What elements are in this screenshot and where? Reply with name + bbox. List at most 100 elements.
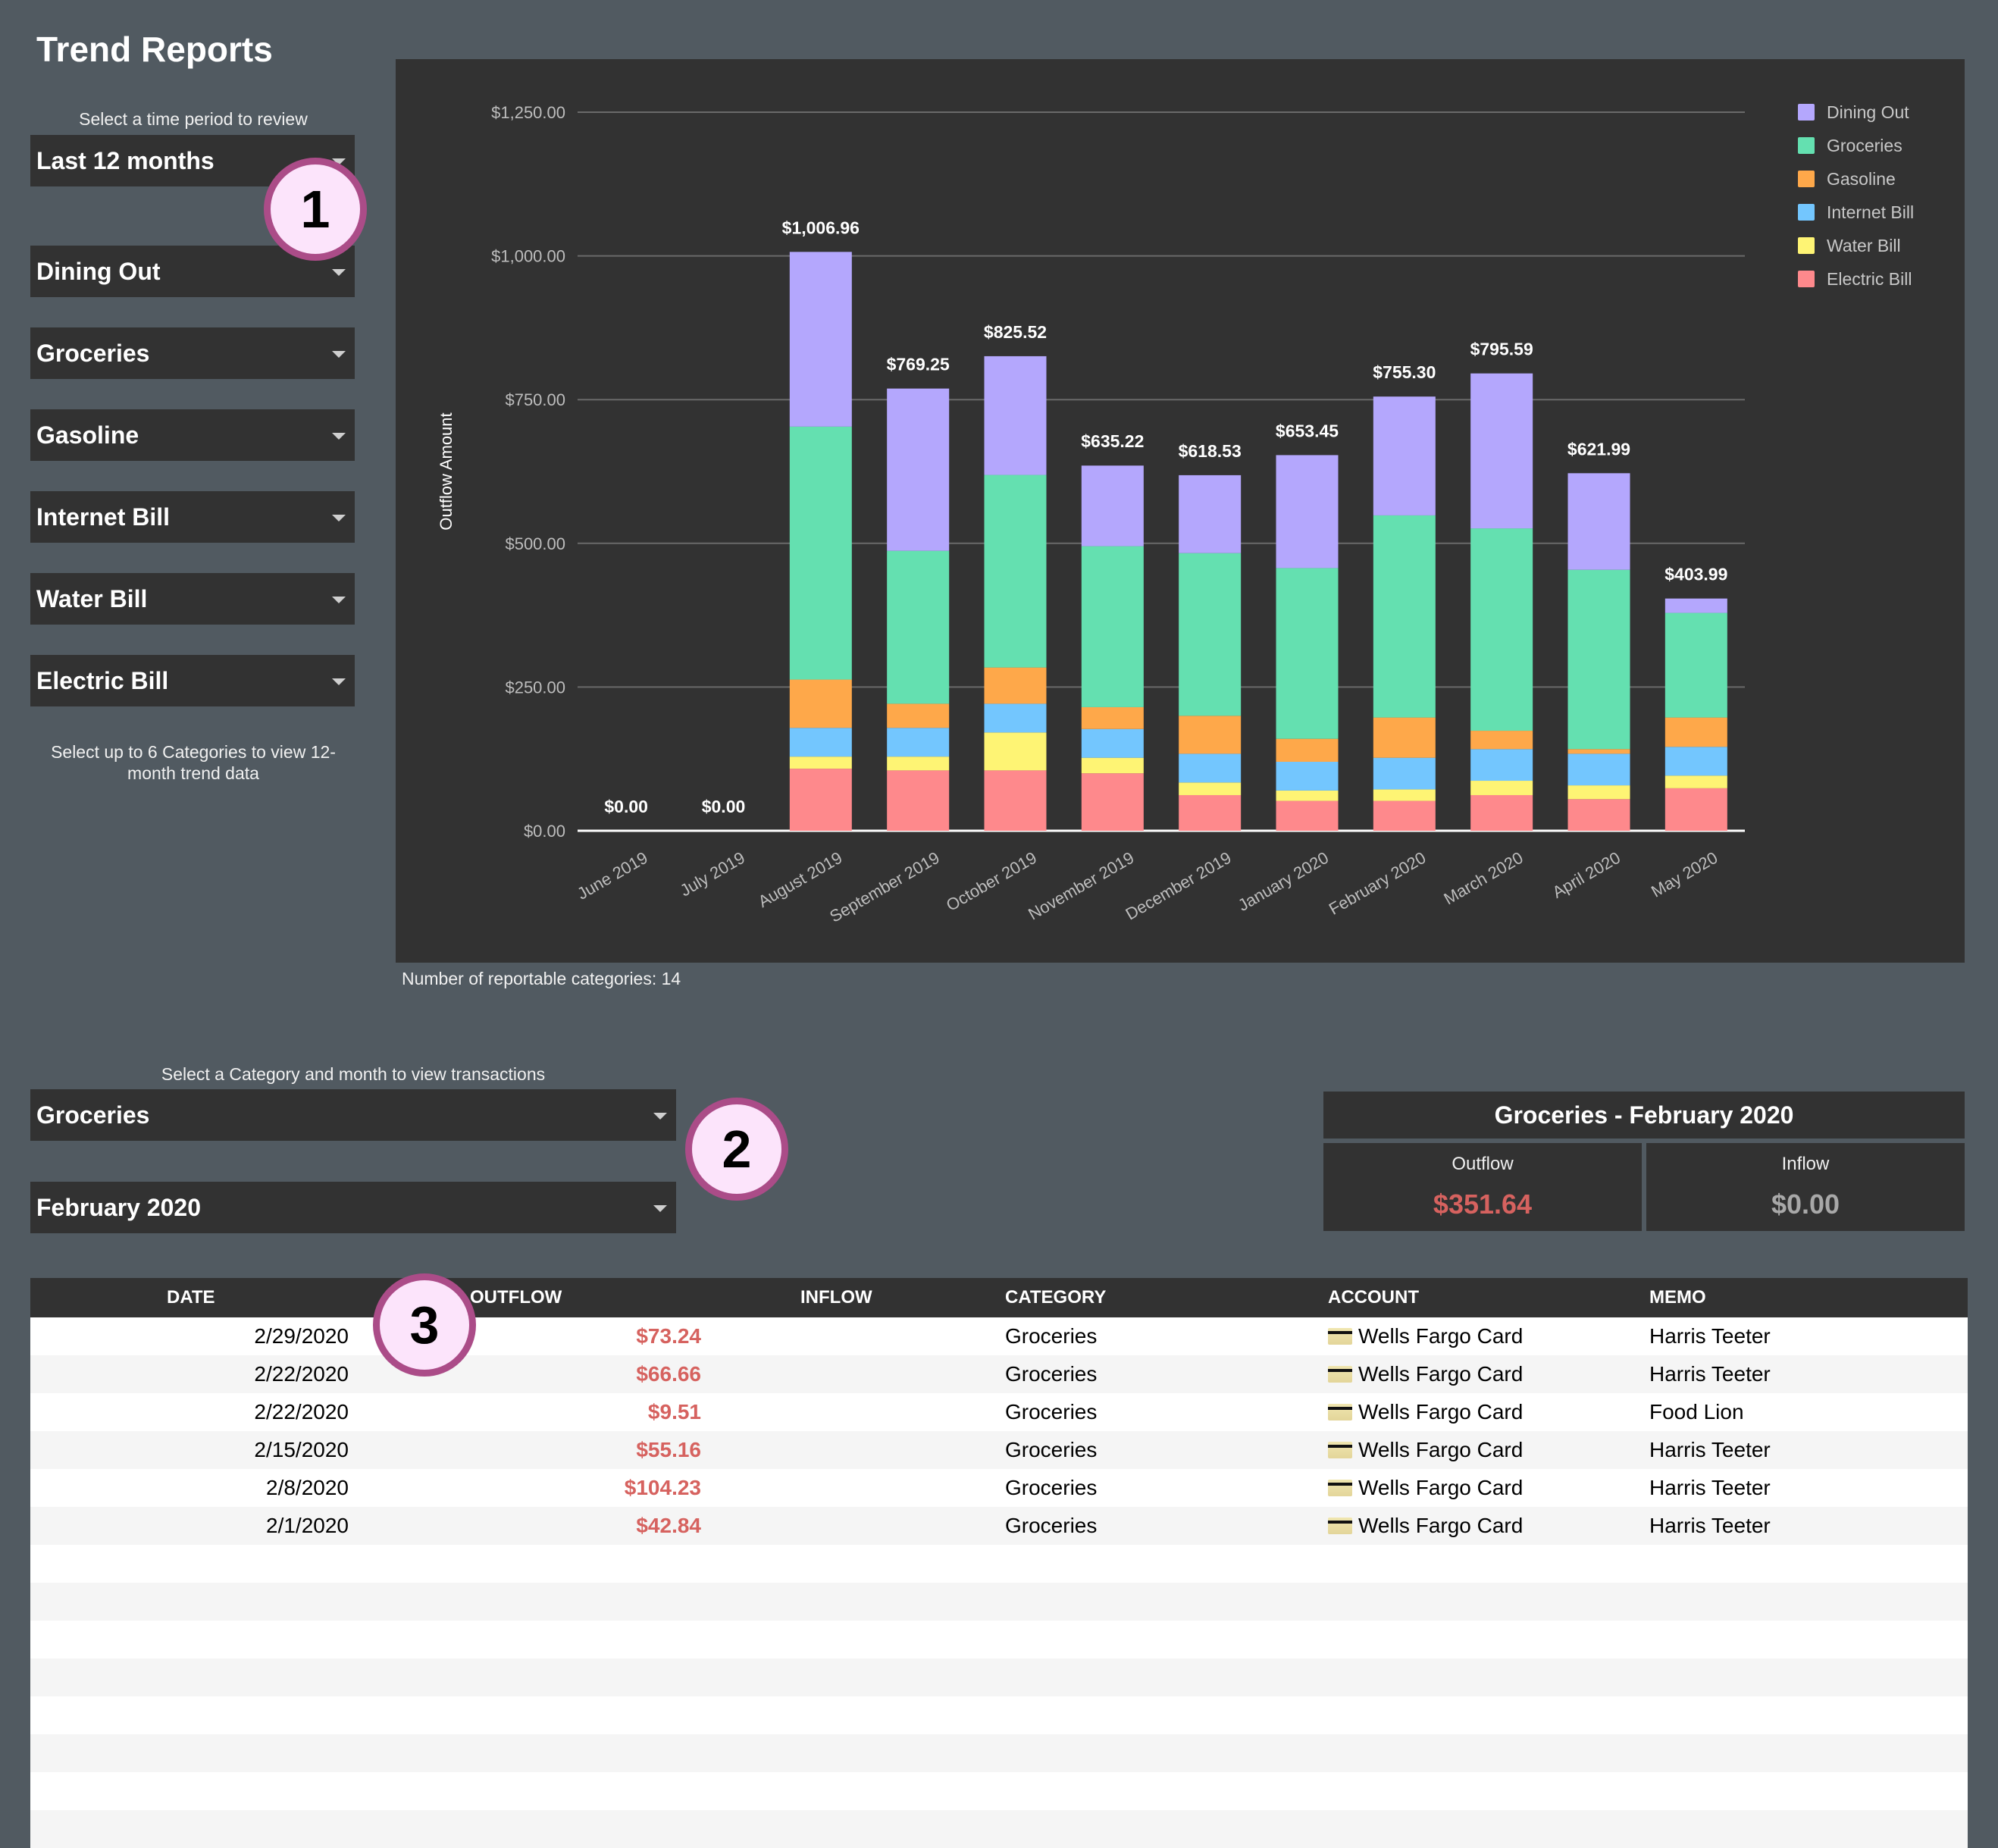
cell-category: Groceries — [1005, 1476, 1098, 1499]
inflow-value: $0.00 — [1771, 1189, 1840, 1220]
bar-segment-gasoline — [984, 667, 1047, 704]
column-header-outflow[interactable]: OUTFLOW — [470, 1287, 562, 1308]
bar-segment-water-bill — [1081, 757, 1144, 774]
account-name: Wells Fargo Card — [1358, 1438, 1524, 1461]
bar-segment-internet-bill — [789, 728, 852, 757]
cell-memo: Harris Teeter — [1649, 1362, 1771, 1386]
period-hint: Select a time period to review — [79, 109, 308, 129]
y-tick-label: $500.00 — [505, 534, 565, 553]
total-data-label: $825.52 — [984, 322, 1047, 342]
transaction-category-value: Groceries — [36, 1101, 150, 1129]
bar-segment-groceries — [1567, 569, 1630, 750]
outflow-summary: Outflow $351.64 — [1323, 1143, 1642, 1231]
transaction-month-dropdown[interactable]: February 2020 — [30, 1182, 676, 1233]
cell-outflow: $104.23 — [624, 1476, 701, 1499]
x-tick-label: November 2019 — [1025, 848, 1137, 924]
cell-account: Wells Fargo Card — [1328, 1476, 1523, 1500]
cell-category: Groceries — [1005, 1514, 1098, 1537]
annotation-badge-1: 1 — [264, 158, 367, 261]
bar-segment-electric-bill — [1567, 799, 1630, 831]
account-name: Wells Fargo Card — [1358, 1362, 1524, 1386]
bar-segment-electric-bill — [1664, 788, 1727, 831]
column-header-account[interactable]: ACCOUNT — [1328, 1287, 1419, 1308]
bar-segment-internet-bill — [1373, 757, 1436, 790]
chevron-down-icon — [332, 515, 346, 522]
cell-memo: Harris Teeter — [1649, 1438, 1771, 1461]
cell-category: Groceries — [1005, 1324, 1098, 1348]
total-data-label: $635.22 — [1081, 431, 1144, 451]
transactions-table: DATE OUTFLOW INFLOW CATEGORY ACCOUNT MEM… — [30, 1278, 1968, 1848]
cell-category: Groceries — [1005, 1362, 1098, 1386]
table-row[interactable]: 2/1/2020 $42.84 Groceries Wells Fargo Ca… — [30, 1507, 1968, 1545]
table-row[interactable]: 2/22/2020 $66.66 Groceries Wells Fargo C… — [30, 1355, 1968, 1393]
legend-swatch — [1798, 104, 1815, 121]
x-tick-label: December 2019 — [1123, 848, 1235, 924]
bar-segment-dining-out — [1373, 396, 1436, 515]
legend-label: Gasoline — [1827, 169, 1896, 189]
column-header-memo[interactable]: MEMO — [1649, 1287, 1706, 1308]
total-data-label: $769.25 — [887, 355, 950, 374]
account-name: Wells Fargo Card — [1358, 1476, 1524, 1499]
annotation-badge-2: 2 — [685, 1098, 788, 1201]
y-tick-label: $750.00 — [505, 390, 565, 409]
empty-table-row — [30, 1696, 1968, 1734]
cell-date: 2/22/2020 — [254, 1362, 349, 1386]
total-data-label: $621.99 — [1567, 439, 1630, 459]
total-data-label: $0.00 — [702, 797, 746, 816]
category-dropdown-5[interactable]: Water Bill — [30, 573, 355, 625]
y-tick-label: $250.00 — [505, 678, 565, 697]
bar-segment-water-bill — [1179, 782, 1242, 795]
account-name: Wells Fargo Card — [1358, 1324, 1524, 1348]
category-dropdown-value: Groceries — [36, 339, 150, 367]
legend-swatch — [1798, 271, 1815, 287]
outflow-value: $351.64 — [1433, 1189, 1533, 1220]
column-header-category[interactable]: CATEGORY — [1005, 1287, 1106, 1308]
empty-table-row — [30, 1545, 1968, 1583]
column-header-date[interactable]: DATE — [167, 1287, 215, 1308]
column-header-inflow[interactable]: INFLOW — [800, 1287, 872, 1308]
bar-segment-internet-bill — [1276, 761, 1339, 791]
x-tick-label: March 2020 — [1441, 848, 1527, 909]
bar-segment-dining-out — [1081, 465, 1144, 547]
cell-date: 2/1/2020 — [266, 1514, 349, 1537]
bar-segment-dining-out — [1276, 455, 1339, 568]
bar-segment-gasoline — [1179, 716, 1242, 754]
category-dropdown-4[interactable]: Internet Bill — [30, 491, 355, 543]
table-header: DATE OUTFLOW INFLOW CATEGORY ACCOUNT MEM… — [30, 1278, 1968, 1317]
total-data-label: $618.53 — [1179, 441, 1242, 461]
empty-table-row — [30, 1772, 1968, 1810]
empty-table-row — [30, 1734, 1968, 1772]
chart-svg: $0.00 $250.00 $500.00 $750.00 $1,000.00 $1,25… — [437, 102, 1914, 926]
transactions-hint: Select a Category and month to view tran… — [161, 1064, 546, 1084]
credit-card-icon — [1328, 1366, 1352, 1383]
annotation-badge-3: 3 — [373, 1273, 476, 1377]
category-dropdown-6[interactable]: Electric Bill — [30, 655, 355, 706]
cell-outflow: $55.16 — [636, 1438, 701, 1461]
cell-category: Groceries — [1005, 1438, 1098, 1461]
period-dropdown-value: Last 12 months — [36, 146, 215, 174]
category-dropdown-value: Dining Out — [36, 257, 161, 285]
x-tick-label: February 2020 — [1326, 848, 1429, 919]
bar-segment-dining-out — [1179, 475, 1242, 553]
table-row[interactable]: 2/8/2020 $104.23 Groceries Wells Fargo C… — [30, 1469, 1968, 1507]
transaction-category-dropdown[interactable]: Groceries — [30, 1089, 676, 1141]
bar-segment-water-bill — [789, 756, 852, 769]
table-row[interactable]: 2/22/2020 $9.51 Groceries Wells Fargo Ca… — [30, 1393, 1968, 1431]
legend-label: Dining Out — [1827, 102, 1909, 122]
bar-segment-internet-bill — [984, 703, 1047, 733]
total-data-label: $1,006.96 — [782, 218, 860, 237]
empty-table-row — [30, 1583, 1968, 1621]
empty-table-row — [30, 1621, 1968, 1659]
category-dropdown-3[interactable]: Gasoline — [30, 409, 355, 461]
bar-segment-gasoline — [1276, 738, 1339, 762]
table-row[interactable]: 2/29/2020 $73.24 Groceries Wells Fargo C… — [30, 1317, 1968, 1355]
category-dropdown-2[interactable]: Groceries — [30, 327, 355, 379]
bar-segment-water-bill — [1373, 789, 1436, 801]
bar-segment-gasoline — [789, 679, 852, 728]
legend-label: Electric Bill — [1827, 269, 1912, 289]
chevron-down-icon — [332, 351, 346, 358]
category-dropdown-value: Electric Bill — [36, 666, 169, 694]
legend-swatch — [1798, 237, 1815, 254]
credit-card-icon — [1328, 1480, 1352, 1496]
table-row[interactable]: 2/15/2020 $55.16 Groceries Wells Fargo C… — [30, 1431, 1968, 1469]
